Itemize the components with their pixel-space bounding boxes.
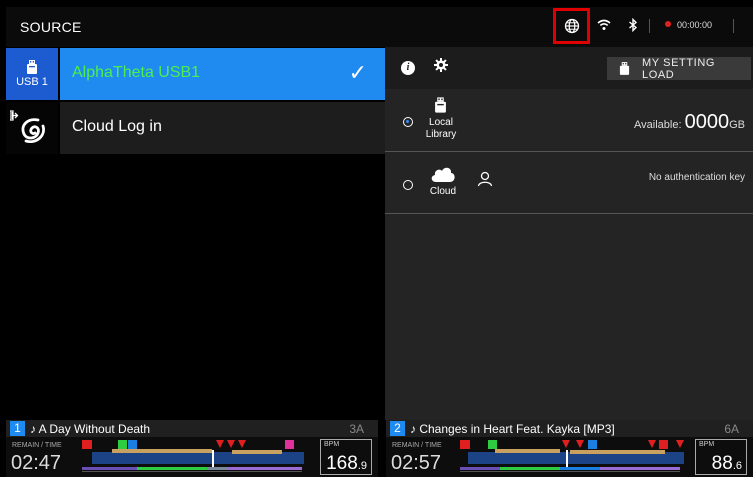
deck-number: 1 [10, 421, 25, 436]
source-label-local-library: Local Library [425, 117, 457, 141]
user-icon[interactable] [477, 171, 493, 187]
track-time: 02:47 [11, 452, 62, 474]
available-label: Available: [634, 119, 682, 131]
remain-time-label: REMAIN / TIME [392, 442, 442, 449]
bluetooth-icon[interactable] [628, 18, 638, 32]
deck-header: 2 ♪ Changes in Heart Feat. Kayka [MP3] 6… [386, 420, 753, 437]
auth-status: No authentication key [648, 172, 745, 183]
source-panel: i MY SETTING LOAD Local Library Availabl… [385, 47, 753, 420]
waveform[interactable] [460, 440, 692, 474]
available-space: Available: 0000GB [634, 111, 745, 134]
bpm-label: BPM [699, 441, 715, 448]
deck-2: 2 ♪ Changes in Heart Feat. Kayka [MP3] 6… [386, 420, 753, 477]
globe-icon [564, 18, 579, 34]
cloud-icon [431, 167, 455, 182]
radio-cloud[interactable] [403, 180, 413, 190]
available-value: 0000 [684, 111, 730, 133]
device-name: Cloud Log in [72, 118, 162, 135]
device-name-cell[interactable]: AlphaTheta USB1 ✓ [60, 48, 385, 100]
bpm-value: 168.9 [326, 453, 367, 475]
track-key: 3A [349, 422, 364, 436]
available-unit: GB [729, 119, 745, 131]
bpm-value: 88.6 [712, 453, 742, 475]
device-row-cloud[interactable]: Cloud Log in [6, 102, 385, 154]
usb-icon [435, 97, 446, 113]
bpm-label: BPM [324, 441, 340, 448]
top-bar: SOURCE 00:00:00 [6, 7, 753, 47]
device-tab-usb1[interactable]: USB 1 [6, 48, 58, 100]
bpm-integer: 168 [326, 453, 358, 474]
checkmark-icon: ✓ [348, 60, 367, 85]
bpm-display: BPM 88.6 [695, 439, 747, 475]
device-tab-cloud[interactable] [6, 102, 58, 154]
remain-time-label: REMAIN / TIME [12, 442, 62, 449]
source-label-line: Local [429, 117, 453, 128]
cloud-login-icon [10, 110, 45, 144]
divider [733, 19, 734, 33]
page-title: SOURCE [20, 19, 82, 35]
record-timer: 00:00:00 [677, 20, 713, 30]
track-title: ♪ A Day Without Death [30, 422, 151, 436]
gear-icon[interactable] [433, 57, 449, 73]
deck-1: 1 ♪ A Day Without Death 3A REMAIN / TIME… [6, 420, 378, 477]
track-title: ♪ Changes in Heart Feat. Kayka [MP3] [410, 422, 615, 436]
radio-local-library[interactable] [403, 117, 413, 127]
track-time: 02:57 [391, 452, 442, 474]
divider [649, 19, 650, 33]
device-tab-label: USB 1 [16, 76, 48, 88]
bpm-integer: 88 [711, 453, 733, 474]
globe-button[interactable] [553, 8, 590, 44]
my-setting-load-label: MY SETTING LOAD [642, 56, 716, 81]
bpm-decimal: .9 [357, 460, 367, 472]
device-row-usb1[interactable]: USB 1 AlphaTheta USB1 ✓ [6, 48, 385, 100]
bpm-decimal: .6 [732, 460, 742, 472]
source-row-cloud[interactable]: Cloud No authentication key [385, 155, 753, 214]
info-icon[interactable]: i [401, 61, 415, 75]
record-icon [665, 21, 671, 27]
device-name-cell[interactable]: Cloud Log in [60, 102, 385, 154]
usb-icon [27, 60, 37, 74]
bpm-display: BPM 168.9 [320, 439, 372, 475]
usb-icon [619, 62, 630, 75]
track-key: 6A [724, 422, 739, 436]
source-panel-header: i MY SETTING LOAD [385, 47, 753, 89]
source-row-local-library[interactable]: Local Library Available: 0000GB [385, 93, 753, 152]
deck-number: 2 [390, 421, 405, 436]
my-setting-load-button[interactable]: MY SETTING LOAD [607, 56, 751, 81]
source-label-line: Library [425, 129, 457, 140]
waveform[interactable] [82, 440, 314, 474]
wifi-icon[interactable] [597, 19, 611, 31]
device-name: AlphaTheta USB1 [72, 64, 201, 81]
deck-header: 1 ♪ A Day Without Death 3A [6, 420, 378, 437]
source-label-cloud: Cloud [429, 186, 457, 197]
device-list: USB 1 AlphaTheta USB1 ✓ Cloud Log in [6, 47, 385, 420]
